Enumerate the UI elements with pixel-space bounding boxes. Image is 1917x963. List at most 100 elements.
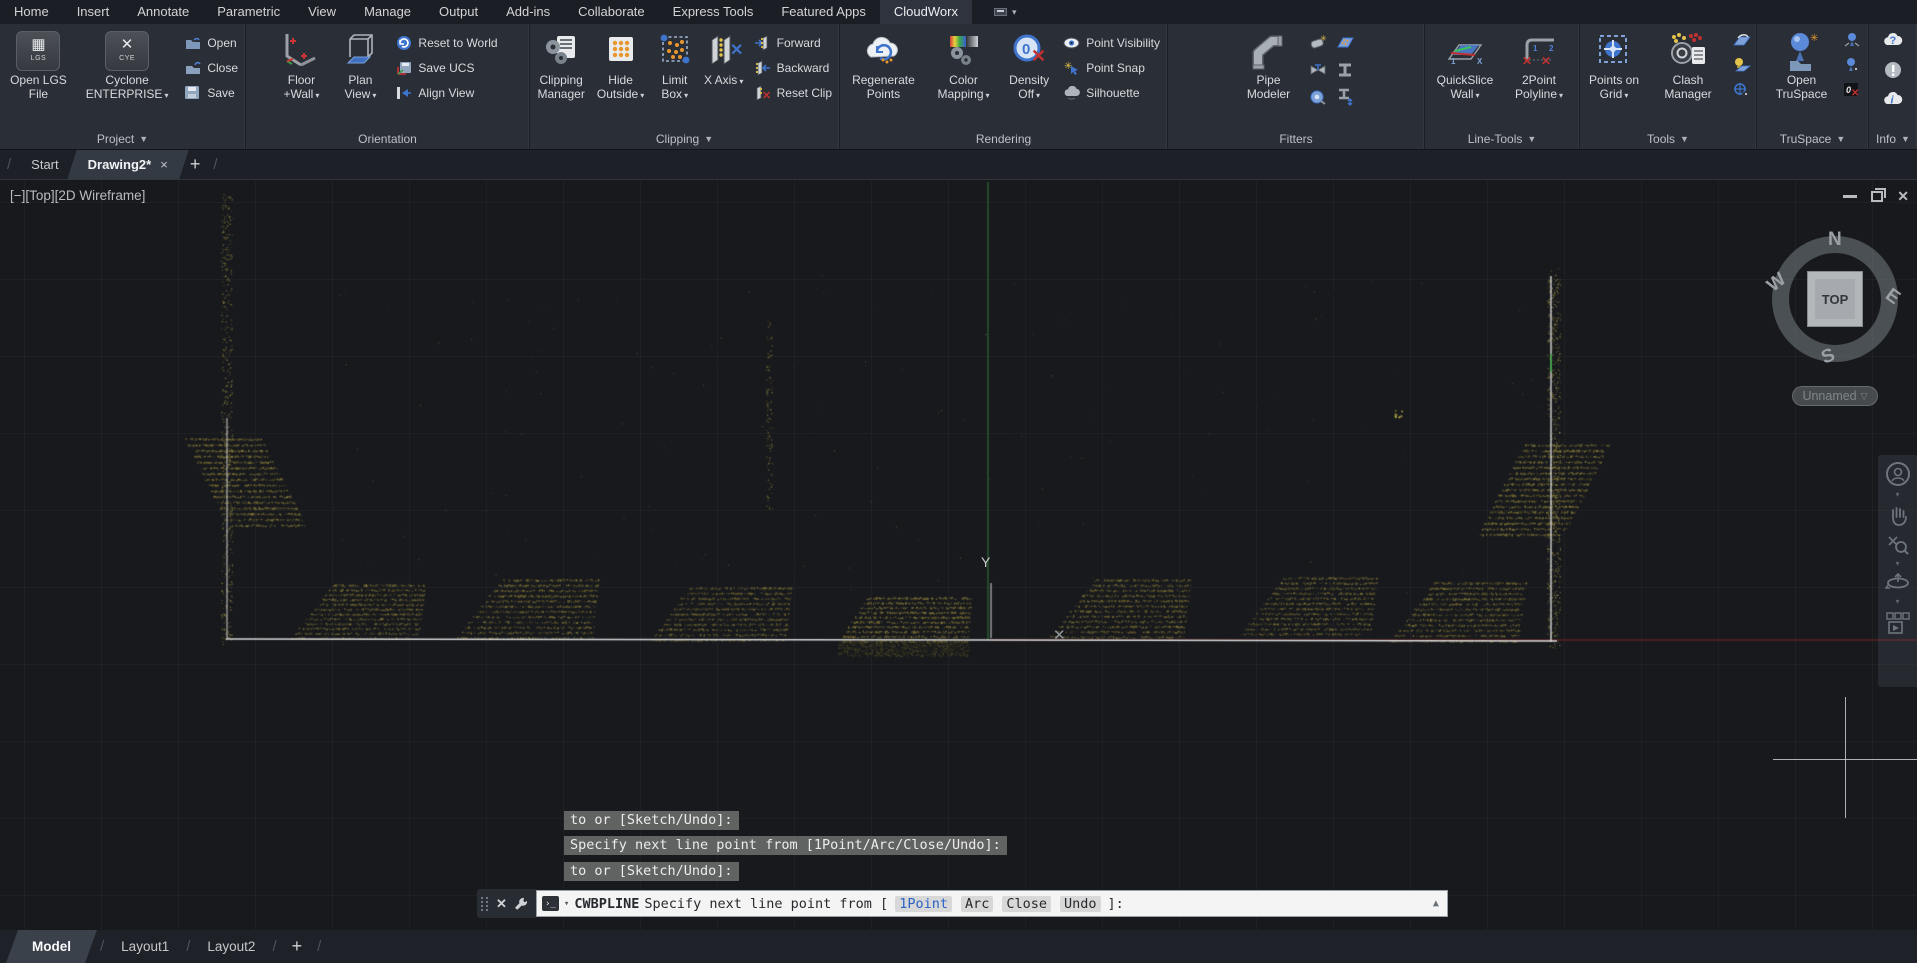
- point-snap-button[interactable]: ✳ Point Snap: [1059, 55, 1164, 80]
- save-ucs-button[interactable]: Save UCS: [391, 55, 501, 80]
- silhouette-button[interactable]: Silhouette: [1059, 80, 1164, 105]
- reset-to-world-button[interactable]: Reset to World: [391, 30, 501, 55]
- viewport-controls-label[interactable]: [−][Top][2D Wireframe]: [10, 188, 145, 203]
- truspace-density-off-button[interactable]: 0✕: [1843, 82, 1861, 103]
- reset-clip-button[interactable]: ✕ Reset Clip: [750, 80, 836, 105]
- project-close-button[interactable]: Close: [180, 55, 242, 80]
- menu-tab-parametric[interactable]: Parametric: [203, 0, 294, 24]
- menu-tab-cloudworx[interactable]: CloudWorx: [880, 0, 972, 24]
- limit-box-button[interactable]: Limit Box▾: [652, 27, 698, 103]
- clip-backward-button[interactable]: Backward: [750, 55, 836, 80]
- tool-fit-plane-button[interactable]: [1732, 32, 1752, 53]
- customize-wrench-icon[interactable]: [514, 896, 529, 911]
- zoom-icon[interactable]: [1886, 532, 1910, 556]
- menu-tab-home[interactable]: Home: [0, 0, 63, 24]
- new-drawing-button[interactable]: +: [184, 154, 207, 175]
- panel-label-clipping[interactable]: Clipping▼: [530, 128, 839, 149]
- panel-label-fitters[interactable]: Fitters: [1168, 128, 1424, 149]
- open-lgs-file-button[interactable]: ▦LGS Open LGS File: [3, 27, 74, 102]
- plan-view-button[interactable]: Plan View▾: [333, 27, 387, 103]
- chevron-down-icon[interactable]: ▾: [1895, 561, 1899, 567]
- panel-label-tools[interactable]: Tools▼: [1580, 128, 1756, 149]
- command-bar-drag-handle[interactable]: [481, 897, 489, 911]
- alert-icon[interactable]: [1884, 61, 1902, 84]
- panel-label-info[interactable]: Info▼: [1869, 128, 1917, 149]
- close-icon[interactable]: ✕: [496, 896, 507, 912]
- named-view-dropdown[interactable]: Unnamed▽: [1792, 386, 1878, 406]
- command-input[interactable]: ›_ ▾ CWBPLINE Specify next line point fr…: [536, 890, 1448, 917]
- x-axis-clip-button[interactable]: ✕ X Axis▾: [702, 27, 746, 90]
- point-cloud-canvas[interactable]: [0, 180, 1917, 930]
- command-option-1point[interactable]: 1Point: [895, 896, 952, 912]
- fit-steel-beam-button[interactable]: [1333, 58, 1357, 82]
- navigation-wheel-icon[interactable]: [1885, 461, 1911, 487]
- fit-valve-button[interactable]: [1306, 58, 1330, 82]
- clipping-manager-button[interactable]: Clipping Manager: [533, 27, 589, 102]
- truspace-sync-view-button[interactable]: [1843, 32, 1861, 53]
- pan-hand-icon[interactable]: [1886, 503, 1910, 527]
- panel-label-rendering[interactable]: Rendering: [840, 128, 1167, 149]
- info-icon[interactable]: i: [1883, 91, 1903, 113]
- fit-flange-button[interactable]: [1306, 85, 1330, 109]
- tab-drawing2[interactable]: Drawing2* ×: [72, 150, 184, 179]
- help-icon[interactable]: ?: [1883, 32, 1903, 54]
- ribbon-collapse-button[interactable]: ▾: [986, 0, 1025, 24]
- menu-tab-manage[interactable]: Manage: [350, 0, 425, 24]
- chevron-down-icon[interactable]: ▾: [1895, 599, 1899, 605]
- panel-label-truspace[interactable]: TruSpace▼: [1757, 128, 1868, 149]
- fit-cylinder-button[interactable]: ✳: [1306, 31, 1330, 55]
- menu-tab-insert[interactable]: Insert: [63, 0, 124, 24]
- command-option-undo[interactable]: Undo: [1060, 896, 1101, 912]
- showmotion-icon[interactable]: [1885, 610, 1911, 636]
- new-layout-button[interactable]: +: [284, 936, 311, 957]
- tab-model[interactable]: Model: [12, 930, 91, 963]
- menu-tab-output[interactable]: Output: [425, 0, 492, 24]
- chevron-down-icon[interactable]: ▾: [1895, 492, 1899, 498]
- clip-forward-button[interactable]: Forward: [750, 30, 836, 55]
- menu-tab-collaborate[interactable]: Collaborate: [564, 0, 659, 24]
- color-mapping-button[interactable]: Color Mapping▾: [928, 27, 999, 103]
- tool-best-fit-button[interactable]: [1732, 57, 1752, 78]
- floor-wall-button[interactable]: Floor +Wall▾: [273, 27, 329, 103]
- hide-outside-button[interactable]: Hide Outside▾: [593, 27, 648, 103]
- tab-layout1[interactable]: Layout1: [111, 939, 179, 954]
- menu-tab-addins[interactable]: Add-ins: [492, 0, 564, 24]
- command-option-arc[interactable]: Arc: [961, 896, 993, 912]
- viewcube-north[interactable]: N: [1828, 229, 1842, 251]
- menu-tab-view[interactable]: View: [294, 0, 350, 24]
- pipe-modeler-button[interactable]: Pipe Modeler: [1236, 27, 1302, 102]
- drawing-viewport[interactable]: [−][Top][2D Wireframe] ✕ N W E S TOP Unn…: [0, 180, 1917, 930]
- panel-label-orientation[interactable]: Orientation: [246, 128, 529, 149]
- tool-view-target-button[interactable]: [1732, 82, 1752, 103]
- minimize-icon[interactable]: [1843, 195, 1857, 198]
- regenerate-points-button[interactable]: Regenerate Points: [843, 27, 924, 102]
- restore-icon[interactable]: [1871, 191, 1883, 202]
- viewcube-top-face[interactable]: TOP: [1807, 271, 1863, 327]
- panel-label-line-tools[interactable]: Line-Tools▼: [1425, 128, 1579, 149]
- chevron-down-icon[interactable]: ▾: [564, 899, 569, 909]
- menu-tab-featured-apps[interactable]: Featured Apps: [767, 0, 880, 24]
- point-visibility-button[interactable]: Point Visibility: [1059, 30, 1164, 55]
- command-option-close[interactable]: Close: [1002, 896, 1051, 912]
- panel-label-project[interactable]: Project▼: [0, 128, 245, 149]
- viewcube[interactable]: N W E S TOP: [1762, 228, 1908, 374]
- tab-layout2[interactable]: Layout2: [197, 939, 265, 954]
- orbit-icon[interactable]: [1885, 572, 1911, 594]
- truspace-view-visibility-button[interactable]: [1843, 57, 1861, 78]
- clash-manager-button[interactable]: Clash Manager: [1648, 27, 1728, 102]
- open-truspace-button[interactable]: ✳ Open TruSpace: [1765, 27, 1839, 102]
- close-icon[interactable]: ✕: [1897, 188, 1909, 205]
- project-save-button[interactable]: Save: [180, 80, 242, 105]
- project-open-button[interactable]: Open: [180, 30, 242, 55]
- fit-beam-length-button[interactable]: [1333, 85, 1357, 109]
- two-point-polyline-button[interactable]: ✕✕12 2Point Polyline▾: [1504, 27, 1574, 103]
- density-off-button[interactable]: 0✕ Density Off▾: [1003, 27, 1055, 103]
- menu-tab-annotate[interactable]: Annotate: [123, 0, 203, 24]
- menu-tab-express-tools[interactable]: Express Tools: [659, 0, 768, 24]
- tab-start[interactable]: Start: [18, 150, 71, 179]
- align-view-button[interactable]: Align View: [391, 80, 501, 105]
- points-on-grid-button[interactable]: Points on Grid▾: [1584, 27, 1644, 103]
- cyclone-enterprise-button[interactable]: ✕CYE Cyclone ENTERPRISE▾: [78, 27, 176, 103]
- command-history-expand-icon[interactable]: ▲: [1433, 898, 1439, 909]
- fit-patch-button[interactable]: [1333, 31, 1357, 55]
